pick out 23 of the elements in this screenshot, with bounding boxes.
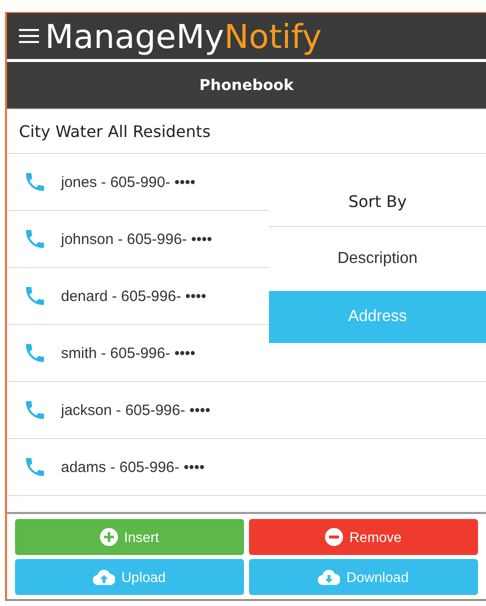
- phone-icon: [23, 227, 47, 251]
- contact-text: jackson - 605-996- ••••: [61, 402, 210, 418]
- contact-row[interactable]: jackson - 605-996- ••••: [7, 382, 486, 439]
- phone-icon: [23, 455, 47, 479]
- contact-text: jones - 605-990- ••••: [61, 174, 196, 190]
- cloud-download-icon: [318, 569, 340, 585]
- app-logo: ManageMyNotify: [45, 20, 322, 52]
- plus-icon: [100, 528, 118, 546]
- contact-row[interactable]: adams - 605-996- ••••: [7, 439, 486, 496]
- contact-text: smith - 605-996- ••••: [61, 344, 196, 362]
- contact-text: adams - 605-996- ••••: [61, 458, 205, 476]
- contact-text: johnson - 605-996- ••••: [61, 230, 212, 248]
- contact-text: denard - 605-996- ••••: [61, 288, 206, 304]
- page-title: Phonebook: [199, 76, 294, 94]
- cloud-upload-icon: [93, 569, 116, 585]
- phone-icon: [23, 341, 47, 365]
- remove-button[interactable]: Remove: [249, 519, 478, 555]
- group-title: City Water All Residents: [19, 122, 211, 140]
- phone-icon: [23, 170, 47, 194]
- menu-icon[interactable]: [19, 28, 39, 44]
- minus-icon: [325, 528, 344, 546]
- phone-icon: [23, 284, 47, 308]
- phone-icon: [23, 398, 47, 422]
